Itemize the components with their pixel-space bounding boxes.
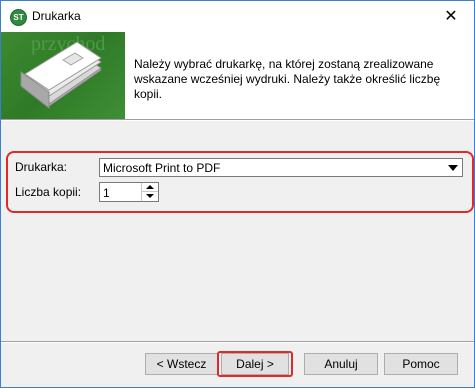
printer-dialog: ST Drukarka ✕ przychod ro Należy wybrać … [0,0,475,388]
banner-image: przychod ro [1,32,125,119]
copies-spinner [141,183,158,201]
cancel-button[interactable]: Anuluj [304,353,378,375]
footer-divider-highlight [1,342,474,343]
header-divider-highlight [1,120,474,121]
wizard-header: przychod ro Należy wybrać drukarkę, na k… [1,32,474,119]
printer-selected-value: Microsoft Print to PDF [103,161,221,175]
arrow-down-icon [146,194,154,198]
copies-stepper[interactable]: 1 [99,182,159,202]
copies-value[interactable]: 1 [103,186,110,200]
chevron-down-icon[interactable] [448,165,458,171]
printer-label: Drukarka: [15,160,68,174]
next-button[interactable]: Dalej > [221,353,289,375]
window-title: Drukarka [32,9,81,23]
printer-dropdown[interactable]: Microsoft Print to PDF [99,158,463,177]
arrow-up-icon [146,185,154,189]
close-button[interactable]: ✕ [428,1,474,32]
help-button[interactable]: Pomoc [384,353,458,375]
documents-illustration-icon: przychod ro [20,33,105,110]
increment-button[interactable] [142,183,158,192]
back-button[interactable]: < Wstecz [145,353,218,375]
decrement-button[interactable] [142,192,158,201]
copies-label: Liczba kopii: [15,185,82,199]
title-bar: ST Drukarka ✕ [1,1,474,32]
app-icon: ST [10,9,27,26]
instruction-text: Należy wybrać drukarkę, na której zostan… [134,57,441,101]
